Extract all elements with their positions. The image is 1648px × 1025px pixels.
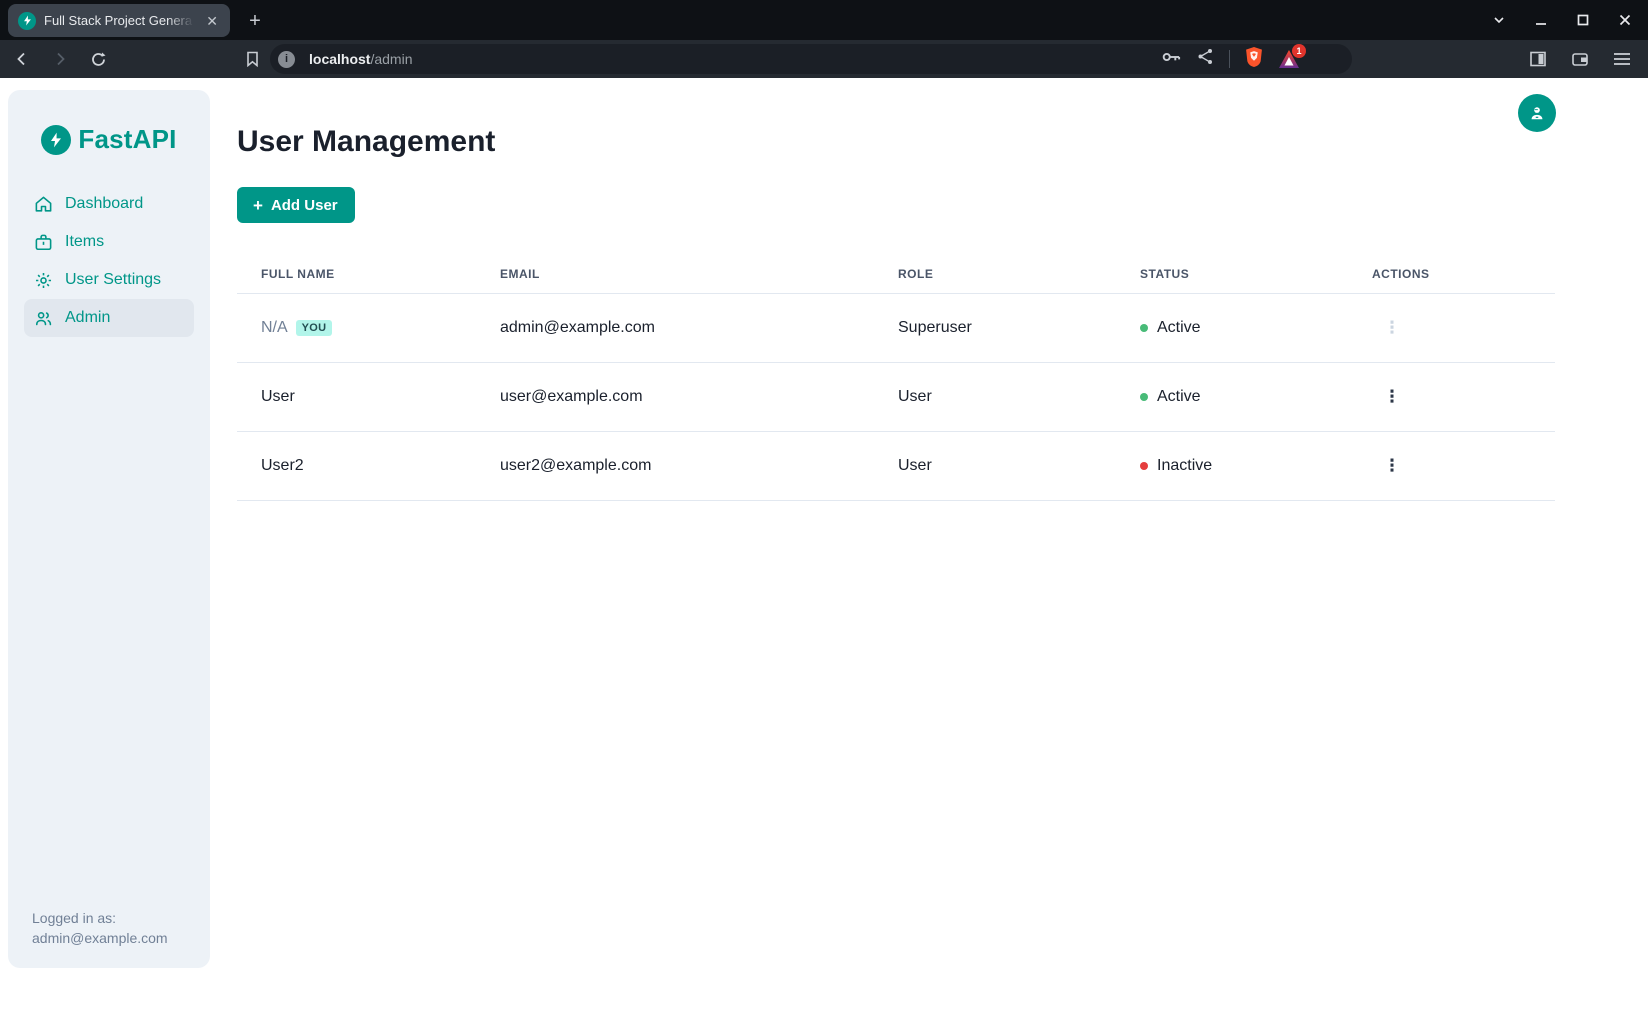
gear-icon [34, 271, 53, 290]
brave-shields-icon[interactable] [1244, 46, 1264, 73]
sidebar-item-user-settings[interactable]: User Settings [24, 261, 194, 299]
browser-tab-strip: Full Stack Project Genera ✕ + [0, 0, 1648, 40]
window-minimize-button[interactable] [1528, 7, 1554, 33]
header-full-name: FULL NAME [261, 267, 500, 281]
status-label: Active [1157, 319, 1201, 337]
sidebar-item-label: User Settings [65, 271, 161, 289]
status-dot [1140, 393, 1148, 401]
browser-toolbar: i localhost/admin [0, 40, 1648, 78]
logged-in-label: Logged in as: [32, 908, 168, 928]
cell-email: user2@example.com [500, 457, 898, 475]
you-badge: YOU [296, 320, 333, 336]
browser-tab[interactable]: Full Stack Project Genera ✕ [8, 4, 230, 37]
cell-email: user@example.com [500, 388, 898, 406]
forward-button[interactable] [46, 45, 74, 73]
sidebar-item-label: Admin [65, 309, 110, 327]
row-actions-menu-icon[interactable]: ⋮ [1376, 381, 1408, 413]
app-logo: FastAPI [8, 90, 210, 155]
tab-title: Full Stack Project Genera [44, 13, 194, 28]
window-maximize-button[interactable] [1570, 7, 1596, 33]
wallet-button[interactable] [1566, 45, 1594, 73]
cell-role: Superuser [898, 319, 1140, 337]
cell-full-name: User2 [261, 457, 304, 475]
sidebar-item-dashboard[interactable]: Dashboard [24, 185, 194, 223]
share-icon[interactable] [1196, 47, 1215, 71]
status-label: Active [1157, 388, 1201, 406]
cell-full-name: N/A [261, 319, 288, 337]
cell-role: User [898, 388, 1140, 406]
cell-email: admin@example.com [500, 319, 898, 337]
briefcase-icon [34, 233, 53, 252]
sidebar-item-label: Items [65, 233, 104, 251]
url-text[interactable]: localhost/admin [309, 51, 1153, 67]
rewards-count-badge: 1 [1292, 44, 1306, 58]
table-row: N/A YOU admin@example.com Superuser Acti… [237, 294, 1555, 363]
home-icon [34, 195, 53, 214]
header-email: EMAIL [500, 267, 898, 281]
add-user-button[interactable]: + Add User [237, 187, 355, 223]
fastapi-bolt-icon [41, 125, 71, 155]
row-actions-menu-icon[interactable]: ⋮ [1376, 450, 1408, 482]
header-status: STATUS [1140, 267, 1372, 281]
cell-status: Active [1140, 319, 1372, 337]
address-bar[interactable]: i localhost/admin [270, 44, 1352, 74]
app-content: FastAPI Dashboard Items User Settings Ad… [0, 78, 1648, 1025]
logo-text: FastAPI [78, 124, 176, 155]
logged-in-as: Logged in as: admin@example.com [32, 908, 168, 948]
status-dot [1140, 324, 1148, 332]
sidebar: FastAPI Dashboard Items User Settings Ad… [8, 90, 210, 968]
site-info-icon[interactable]: i [278, 51, 295, 68]
header-actions: ACTIONS [1372, 267, 1555, 281]
sidebar-item-label: Dashboard [65, 195, 143, 213]
bookmark-icon[interactable] [238, 45, 266, 73]
main-content: User Management + Add User FULL NAME EMA… [237, 78, 1555, 501]
cell-full-name: User [261, 388, 295, 406]
side-panel-button[interactable] [1524, 45, 1552, 73]
fastapi-favicon-icon [18, 12, 36, 30]
sidebar-nav: Dashboard Items User Settings Admin [8, 185, 210, 337]
cell-status: Inactive [1140, 457, 1372, 475]
users-icon [34, 309, 53, 328]
add-user-label: Add User [271, 197, 338, 214]
page-title: User Management [237, 125, 1555, 159]
table-row: User user@example.com User Active ⋮ [237, 363, 1555, 432]
new-tab-button[interactable]: + [242, 8, 268, 34]
browser-menu-icon[interactable] [1608, 45, 1636, 73]
toolbar-separator [1229, 50, 1230, 68]
window-close-button[interactable] [1612, 7, 1638, 33]
table-row: User2 user2@example.com User Inactive ⋮ [237, 432, 1555, 501]
cell-status: Active [1140, 388, 1372, 406]
saved-passwords-key-icon[interactable] [1161, 47, 1182, 72]
row-actions-menu-icon: ⋮ [1376, 312, 1408, 344]
logged-in-email: admin@example.com [32, 928, 168, 948]
plus-icon: + [253, 197, 263, 214]
status-label: Inactive [1157, 457, 1212, 475]
back-button[interactable] [8, 45, 36, 73]
url-host: localhost [309, 51, 370, 67]
status-dot [1140, 462, 1148, 470]
header-role: ROLE [898, 267, 1140, 281]
url-path: /admin [370, 51, 412, 67]
reload-button[interactable] [84, 45, 112, 73]
sidebar-item-admin[interactable]: Admin [24, 299, 194, 337]
sidebar-item-items[interactable]: Items [24, 223, 194, 261]
browser-chevron-down-icon[interactable] [1486, 7, 1512, 33]
table-header-row: FULL NAME EMAIL ROLE STATUS ACTIONS [237, 255, 1555, 294]
users-table: FULL NAME EMAIL ROLE STATUS ACTIONS N/A … [237, 255, 1555, 501]
cell-role: User [898, 457, 1140, 475]
tab-close-icon[interactable]: ✕ [202, 12, 222, 30]
brave-rewards-icon[interactable]: 1 [1278, 49, 1300, 69]
